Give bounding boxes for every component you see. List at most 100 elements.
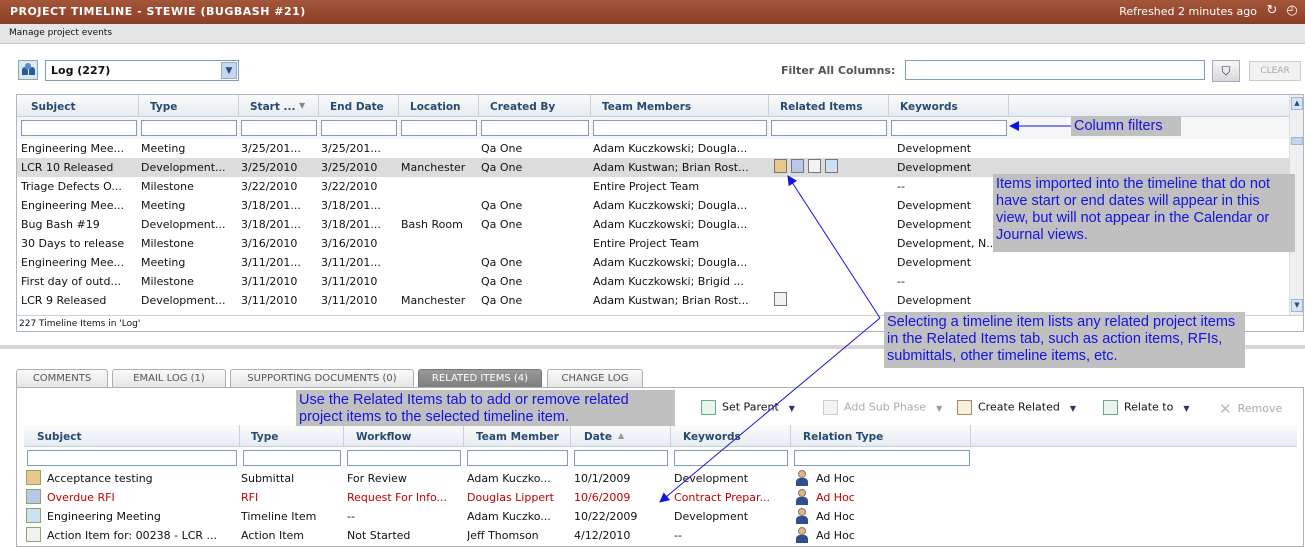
- tab-comments[interactable]: COMMENTS: [16, 369, 108, 388]
- rcol-date[interactable]: Date ▲: [571, 425, 671, 447]
- sort-asc-icon: ▲: [618, 431, 625, 440]
- cell-start: 3/11/2010: [241, 275, 298, 288]
- scroll-up-icon[interactable]: ▲: [1291, 97, 1303, 110]
- cell-end: 3/25/2010: [321, 161, 378, 174]
- filter-end[interactable]: [321, 120, 397, 136]
- rcell-relation: Ad Hoc: [816, 529, 855, 542]
- remove-button[interactable]: ✕ Remove: [1219, 400, 1282, 418]
- rfilter-relation[interactable]: [794, 450, 970, 466]
- col-team[interactable]: Team Members: [591, 95, 769, 117]
- rcol-type[interactable]: Type: [240, 425, 344, 447]
- filter-created[interactable]: [481, 120, 589, 136]
- scroll-thumb[interactable]: [1291, 137, 1303, 145]
- cell-location: Bash Room: [401, 218, 463, 231]
- callout-selecting-note: Selecting a timeline item lists any rela…: [884, 312, 1245, 368]
- col-keywords[interactable]: Keywords: [889, 95, 1009, 117]
- chevron-down-icon[interactable]: ▼: [1183, 404, 1189, 413]
- add-sub-phase-label: Add Sub Phase: [844, 400, 927, 414]
- related-row[interactable]: Engineering Meeting Timeline Item -- Adam K…: [24, 507, 1297, 526]
- relate-to-label: Relate to: [1124, 400, 1174, 414]
- cell-team: Entire Project Team: [593, 237, 700, 250]
- relate-to-button[interactable]: Relate to ▼: [1103, 400, 1190, 415]
- rcell-subject[interactable]: Acceptance testing: [47, 472, 235, 485]
- rcell-subject[interactable]: Engineering Meeting: [47, 510, 235, 523]
- col-created[interactable]: Created By: [479, 95, 591, 117]
- filter-subject[interactable]: [21, 120, 137, 136]
- submittal-icon[interactable]: [774, 159, 787, 173]
- filter-team[interactable]: [593, 120, 767, 136]
- col-type[interactable]: Type: [139, 95, 239, 117]
- submittal-icon: [26, 470, 41, 485]
- cell-end: 3/11/2010: [321, 294, 378, 307]
- tab-supporting-documents[interactable]: SUPPORTING DOCUMENTS (0): [230, 369, 414, 388]
- tab-email-log[interactable]: EMAIL LOG (1): [112, 369, 226, 388]
- rcell-keywords: Contract Prepar...: [674, 491, 771, 504]
- rcol-relation[interactable]: Relation Type: [791, 425, 971, 447]
- filter-start[interactable]: [241, 120, 317, 136]
- cell-type: Milestone: [141, 275, 194, 288]
- rfi-icon[interactable]: [791, 159, 804, 173]
- rfilter-workflow[interactable]: [347, 450, 461, 466]
- timeline-row[interactable]: Engineering Mee... Meeting 3/11/201... 3/11…: [17, 253, 1289, 272]
- rcell-type: Submittal: [241, 472, 295, 485]
- rcell-workflow: --: [347, 510, 355, 523]
- cell-created: Qa One: [481, 256, 523, 269]
- filter-icon[interactable]: ⛉: [1212, 60, 1240, 82]
- action-item-icon[interactable]: [808, 159, 821, 173]
- filter-type[interactable]: [141, 120, 237, 136]
- tab-related-items[interactable]: RELATED ITEMS (4): [418, 369, 542, 388]
- log-select[interactable]: Log (227) ▼: [45, 60, 239, 81]
- rfilter-member[interactable]: [467, 450, 568, 466]
- rcol-member[interactable]: Team Member: [464, 425, 571, 447]
- timeline-row[interactable]: First day of outd... Milestone 3/11/2010 3/…: [17, 272, 1289, 291]
- toolbar: Log (227) ▼ Filter All Columns: ⛉ CLEAR: [0, 56, 1305, 86]
- create-related-button[interactable]: Create Related ▼: [957, 400, 1076, 415]
- refresh-icon[interactable]: ↻: [1265, 4, 1279, 18]
- cell-start: 3/18/201...: [241, 199, 301, 212]
- related-row[interactable]: Action Item for: 00238 - LCR ... Action I…: [24, 526, 1297, 545]
- col-start[interactable]: Start ... ▼: [239, 95, 319, 117]
- rcell-subject[interactable]: Action Item for: 00238 - LCR ...: [47, 529, 235, 542]
- chevron-down-icon[interactable]: ▼: [221, 62, 237, 79]
- rfilter-type[interactable]: [243, 450, 341, 466]
- filter-related[interactable]: [771, 120, 887, 136]
- set-parent-button[interactable]: Set Parent ▼: [701, 400, 795, 415]
- rcell-workflow: Not Started: [347, 529, 411, 542]
- cell-subject: Engineering Mee...: [21, 256, 125, 269]
- timeline-row[interactable]: LCR 9 Released Development... 3/11/2010 3/1…: [17, 291, 1289, 310]
- rcol-subject[interactable]: Subject: [24, 425, 240, 447]
- chevron-down-icon[interactable]: ▼: [936, 404, 942, 413]
- rfilter-date[interactable]: [574, 450, 668, 466]
- related-row[interactable]: Overdue RFI RFI Request For Info... Douglas…: [24, 488, 1297, 507]
- add-sub-phase-button[interactable]: Add Sub Phase ▼: [823, 400, 942, 415]
- filter-all-input[interactable]: [905, 60, 1205, 80]
- chevron-down-icon[interactable]: ▼: [1070, 404, 1076, 413]
- rfilter-subject[interactable]: [27, 450, 237, 466]
- team-icon[interactable]: [18, 60, 38, 80]
- tab-change-log[interactable]: CHANGE LOG: [547, 369, 643, 388]
- rcol-keywords[interactable]: Keywords: [671, 425, 791, 447]
- history-icon[interactable]: ◴: [1285, 4, 1299, 18]
- rfilter-keywords[interactable]: [674, 450, 788, 466]
- col-related[interactable]: Related Items: [769, 95, 889, 117]
- person-icon: [795, 508, 809, 524]
- clear-button[interactable]: CLEAR: [1249, 61, 1301, 81]
- rcell-type: Action Item: [241, 529, 304, 542]
- col-location[interactable]: Location: [399, 95, 479, 117]
- filter-keywords[interactable]: [891, 120, 1007, 136]
- col-start-label: Start ...: [250, 101, 296, 113]
- filter-location[interactable]: [401, 120, 477, 136]
- calendar-icon[interactable]: [825, 159, 838, 173]
- action-item-icon[interactable]: [774, 292, 787, 306]
- related-row[interactable]: Acceptance testing Submittal For Review Ada…: [24, 469, 1297, 488]
- scroll-down-icon[interactable]: ▼: [1291, 299, 1303, 312]
- cell-created: Qa One: [481, 218, 523, 231]
- rcol-workflow[interactable]: Workflow: [344, 425, 464, 447]
- chevron-down-icon[interactable]: ▼: [789, 404, 795, 413]
- col-subject[interactable]: Subject: [17, 95, 139, 117]
- timeline-row[interactable]: Engineering Mee... Meeting 3/25/201... 3/25…: [17, 139, 1289, 158]
- rcell-member: Douglas Lippert: [467, 491, 554, 504]
- set-parent-label: Set Parent: [722, 400, 779, 414]
- rcell-subject[interactable]: Overdue RFI: [47, 491, 235, 504]
- col-end[interactable]: End Date: [319, 95, 399, 117]
